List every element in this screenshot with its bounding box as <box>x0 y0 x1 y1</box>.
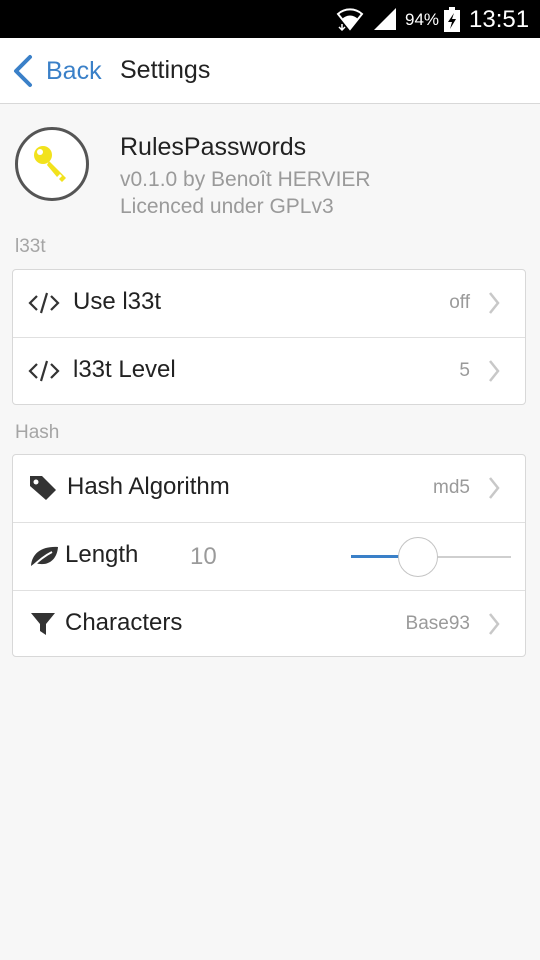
wifi-icon <box>336 8 364 31</box>
chevron-right-icon <box>489 360 500 382</box>
characters-value: Base93 <box>405 613 470 634</box>
back-label: Back <box>46 56 102 85</box>
clock: 13:51 <box>469 6 530 33</box>
chevron-left-icon <box>14 55 32 87</box>
battery-charging-icon <box>444 7 460 32</box>
signal-icon <box>374 8 396 30</box>
l33t-card: Use l33t off l33t Level 5 <box>12 269 526 405</box>
hash-algorithm-label: Hash Algorithm <box>67 473 230 500</box>
chevron-right-icon <box>489 613 500 635</box>
app-logo <box>15 127 89 201</box>
l33t-level-value: 5 <box>459 360 470 381</box>
section-header-l33t: l33t <box>15 236 46 257</box>
code-icon <box>28 360 60 382</box>
battery-percent: 94% <box>405 10 440 29</box>
chevron-right-icon <box>489 477 500 499</box>
slider-thumb[interactable] <box>398 537 438 577</box>
hash-algorithm-value: md5 <box>433 477 470 498</box>
length-slider[interactable] <box>351 537 511 577</box>
status-bar: 94% 13:51 <box>0 0 540 38</box>
code-icon <box>28 292 60 314</box>
length-row: Length 10 <box>13 523 525 591</box>
l33t-level-label: l33t Level <box>73 356 176 383</box>
app-version: v0.1.0 by Benoît HERVIER <box>120 168 371 191</box>
nav-bar: Back Settings <box>0 38 540 104</box>
leaf-icon <box>30 546 58 569</box>
tag-icon <box>30 476 56 500</box>
page-title: Settings <box>120 56 211 84</box>
characters-row[interactable]: Characters Base93 <box>13 591 525 658</box>
filter-icon <box>31 613 55 635</box>
hash-card: Hash Algorithm md5 Length 10 Characters … <box>12 454 526 657</box>
section-header-hash: Hash <box>15 422 60 443</box>
use-l33t-label: Use l33t <box>73 288 162 315</box>
l33t-level-row[interactable]: l33t Level 5 <box>13 338 525 405</box>
use-l33t-row[interactable]: Use l33t off <box>13 270 525 338</box>
app-license: Licenced under GPLv3 <box>120 195 334 218</box>
app-name: RulesPasswords <box>120 133 307 161</box>
use-l33t-value: off <box>449 292 470 313</box>
characters-label: Characters <box>65 609 183 636</box>
back-button[interactable]: Back <box>10 52 102 90</box>
length-value: 10 <box>190 543 217 570</box>
hash-algorithm-row[interactable]: Hash Algorithm md5 <box>13 455 525 523</box>
chevron-right-icon <box>489 292 500 314</box>
key-icon <box>34 146 66 182</box>
length-label: Length <box>65 541 139 568</box>
